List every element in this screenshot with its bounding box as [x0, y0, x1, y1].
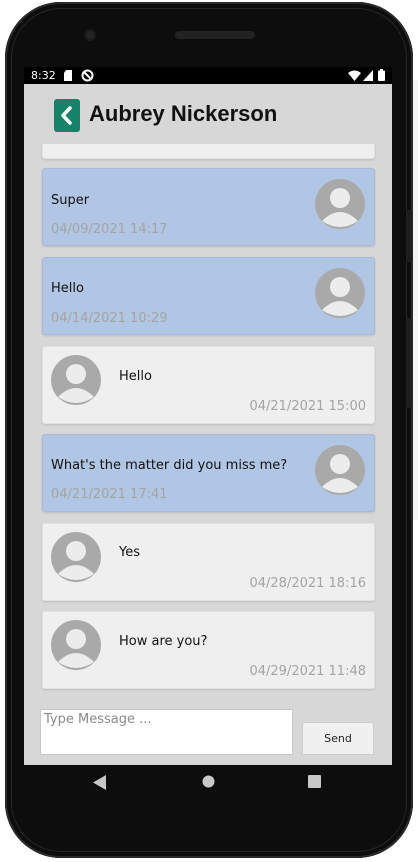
message-timestamp: 04/14/2021 10:29: [51, 311, 168, 326]
wifi-icon: [348, 70, 361, 81]
nav-home-icon[interactable]: [201, 774, 216, 789]
message-text: Yes: [119, 545, 140, 560]
chevron-left-icon: [61, 106, 72, 125]
avatar-icon: [51, 532, 101, 582]
message-text: Hello: [51, 281, 84, 296]
message-timestamp: 04/21/2021 17:41: [51, 487, 168, 502]
avatar-icon: [51, 620, 101, 670]
message-card-partial: [42, 144, 375, 159]
message-card-received: How are you? 04/29/2021 11:48: [42, 611, 375, 689]
avatar-icon: [315, 179, 365, 229]
message-list[interactable]: Super 04/09/2021 14:17 Hello 04/14/2021 …: [24, 144, 392, 692]
chat-header: Aubrey Nickerson: [24, 84, 392, 144]
power-button: [406, 318, 412, 408]
status-bar: 8:32: [24, 67, 392, 84]
avatar-icon: [315, 445, 365, 495]
message-timestamp: 04/29/2021 11:48: [249, 664, 366, 679]
earpiece-speaker: [175, 31, 255, 39]
message-card-sent: Super 04/09/2021 14:17: [42, 168, 375, 246]
no-sync-icon: [81, 69, 94, 82]
avatar-icon: [51, 355, 101, 405]
nav-recents-icon[interactable]: [308, 775, 321, 788]
sd-card-icon: [64, 70, 72, 81]
message-composer: Send: [24, 692, 392, 765]
front-camera: [84, 29, 96, 41]
nav-back-icon[interactable]: [93, 775, 107, 790]
message-text: Super: [51, 193, 90, 208]
signal-icon: [363, 70, 373, 81]
message-timestamp: 04/28/2021 18:16: [249, 576, 366, 591]
back-button[interactable]: [54, 99, 80, 132]
message-card-sent: Hello 04/14/2021 10:29: [42, 257, 375, 335]
message-card-sent: What's the matter did you miss me? 04/21…: [42, 434, 375, 512]
message-text: What's the matter did you miss me?: [51, 458, 288, 473]
page-title: Aubrey Nickerson: [89, 101, 278, 126]
avatar-icon: [315, 268, 365, 318]
system-navigation-bar: [24, 765, 392, 801]
message-text: Hello: [119, 369, 152, 384]
message-input[interactable]: [40, 709, 293, 755]
volume-button: [406, 210, 412, 262]
message-card-received: Hello 04/21/2021 15:00: [42, 346, 375, 424]
status-time: 8:32: [31, 69, 56, 82]
message-timestamp: 04/09/2021 14:17: [51, 222, 168, 237]
battery-icon: [378, 69, 385, 81]
app-screen: 8:32 Aubrey Nickerson Super 04/09/2021 1…: [24, 67, 392, 765]
message-card-received: Yes 04/28/2021 18:16: [42, 523, 375, 601]
send-button[interactable]: Send: [302, 722, 374, 755]
message-timestamp: 04/21/2021 15:00: [249, 399, 366, 414]
message-text: How are you?: [119, 634, 208, 649]
